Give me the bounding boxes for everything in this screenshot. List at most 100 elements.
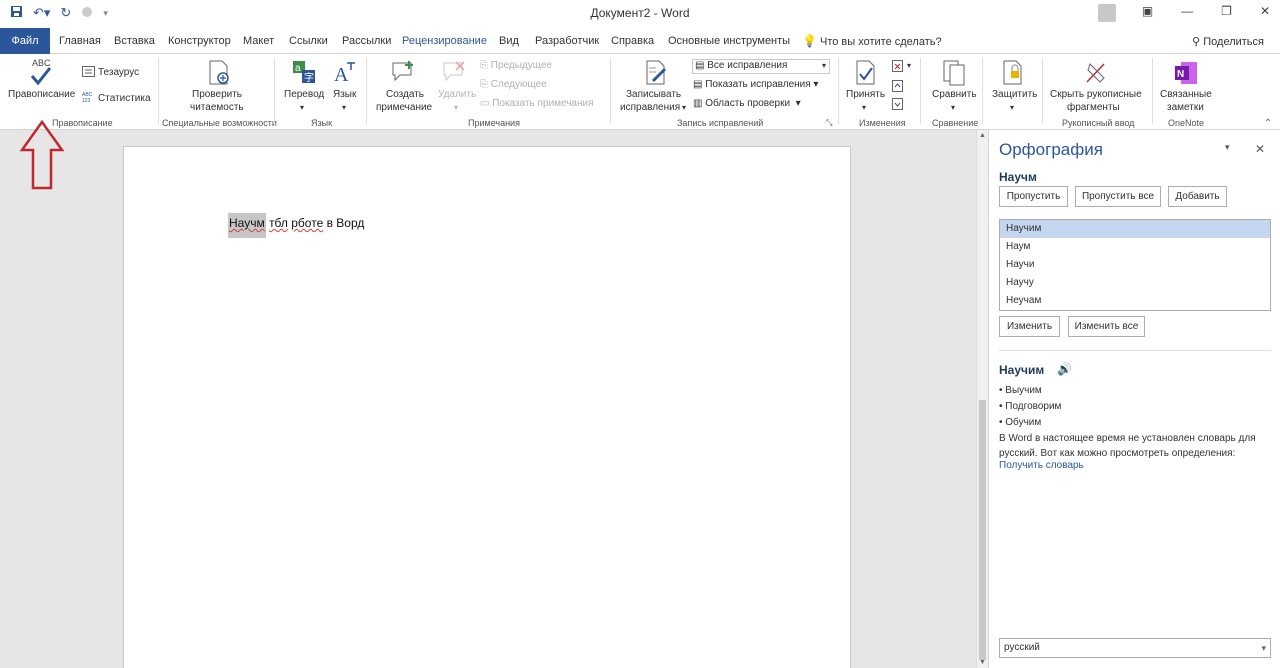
next-change-icon[interactable] — [892, 98, 904, 110]
reviewing-pane-icon: ▥ — [693, 98, 703, 109]
group-separator — [158, 58, 159, 124]
svg-text:a: a — [295, 63, 301, 74]
track-changes-label1[interactable]: Записывать — [626, 89, 681, 101]
tab-design[interactable]: Конструктор — [168, 35, 231, 47]
change-button[interactable]: Изменить — [999, 316, 1060, 337]
next-comment-button[interactable]: ⎘ Следующее — [480, 79, 547, 91]
track-changes-dropdown-icon[interactable]: ▾ — [682, 102, 686, 114]
svg-text:123: 123 — [82, 98, 91, 103]
language-dropdown-icon[interactable]: ▾ — [342, 102, 346, 114]
restore-icon[interactable]: ❐ — [1221, 4, 1232, 18]
linked-notes-label1[interactable]: Связанные — [1160, 89, 1212, 101]
dialog-launcher-icon[interactable]: ⤡ — [826, 118, 832, 128]
tab-help[interactable]: Справка — [611, 35, 654, 47]
synonym-item[interactable]: • Подговорим — [999, 399, 1061, 415]
reviewing-pane-button[interactable]: ▥ Область проверки ▾ — [693, 98, 801, 110]
vertical-scrollbar[interactable]: ▲ ▼ — [976, 130, 988, 668]
ignore-button[interactable]: Пропустить — [999, 186, 1068, 207]
get-dictionary-link[interactable]: Получить словарь — [999, 460, 1084, 471]
accept-button[interactable]: Принять — [846, 89, 885, 101]
hide-ink-label1[interactable]: Скрыть рукописные — [1050, 89, 1142, 101]
show-markup-icon: ▤ — [693, 79, 703, 90]
misspelled-word[interactable]: Научм — [228, 213, 266, 238]
check-accessibility-label2[interactable]: читаемость — [190, 102, 244, 114]
thesaurus-button[interactable]: Тезаурус — [98, 67, 139, 79]
tab-insert[interactable]: Вставка — [114, 35, 155, 47]
ribbon-tabs: Файл Главная Вставка Конструктор Макет С… — [0, 28, 1280, 54]
compare-button[interactable]: Сравнить — [932, 89, 977, 101]
reject-icon[interactable] — [892, 60, 904, 72]
tab-developer[interactable]: Разработчик — [535, 35, 599, 47]
spelling-button[interactable]: Правописание — [8, 89, 75, 101]
delete-comment-button[interactable]: Удалить — [438, 89, 476, 101]
reject-dropdown-icon[interactable]: ▾ — [907, 60, 911, 72]
new-comment-icon — [392, 61, 413, 82]
hide-ink-label2[interactable]: фрагменты — [1067, 102, 1120, 114]
delete-dropdown-icon[interactable]: ▾ — [454, 102, 458, 114]
previous-comment-button[interactable]: ⎘ Предыдущее — [480, 60, 552, 72]
add-button[interactable]: Добавить — [1168, 186, 1227, 207]
scrollbar-thumb[interactable] — [979, 400, 986, 660]
tab-references[interactable]: Ссылки — [289, 35, 328, 47]
collapse-ribbon-icon[interactable]: ⌃ — [1264, 118, 1272, 129]
show-comments-button[interactable]: ▭ Показать примечания — [480, 98, 593, 110]
ignore-all-button[interactable]: Пропустить все — [1075, 186, 1161, 207]
suggestion-item[interactable]: Научи — [1000, 256, 1270, 274]
protect-dropdown-icon[interactable]: ▾ — [1010, 102, 1014, 114]
document-paragraph[interactable]: Научм тбл рботе в Ворд — [228, 213, 364, 238]
close-icon[interactable]: ✕ — [1260, 4, 1270, 18]
linked-notes-label2[interactable]: заметки — [1167, 102, 1204, 114]
check-accessibility-label1[interactable]: Проверить — [192, 89, 242, 101]
close-pane-icon[interactable]: ✕ — [1255, 142, 1265, 156]
tab-review[interactable]: Рецензирование — [402, 35, 487, 47]
tab-main-tools[interactable]: Основные инструменты — [668, 35, 790, 47]
scroll-up-icon[interactable]: ▲ — [979, 132, 986, 139]
group-changes-label: Изменения — [859, 118, 906, 128]
avatar[interactable] — [1098, 4, 1116, 22]
group-separator — [920, 58, 921, 124]
previous-change-icon[interactable] — [892, 80, 904, 92]
tab-layout[interactable]: Макет — [243, 35, 274, 47]
tab-view[interactable]: Вид — [499, 35, 519, 47]
show-markup-button[interactable]: ▤ Показать исправления ▾ — [693, 79, 818, 91]
speaker-icon[interactable]: 🔊 — [1057, 362, 1072, 376]
share-label: Поделиться — [1203, 36, 1264, 48]
translate-button[interactable]: Перевод — [284, 89, 324, 101]
translate-dropdown-icon[interactable]: ▾ — [300, 102, 304, 114]
tab-mailings[interactable]: Рассылки — [342, 35, 391, 47]
compare-dropdown-icon[interactable]: ▾ — [951, 102, 955, 114]
suggestion-item[interactable]: Наум — [1000, 238, 1270, 256]
show-markup-label: Показать исправления — [705, 79, 811, 90]
misspelled-word-2[interactable]: тбл — [269, 216, 288, 230]
minimize-icon[interactable]: — — [1181, 4, 1193, 18]
suggestion-item[interactable]: Научим — [1000, 220, 1270, 238]
share-button[interactable]: ⚲ Поделиться — [1192, 35, 1264, 48]
track-changes-label2[interactable]: исправления — [620, 102, 680, 114]
ribbon-options-icon[interactable]: ▣ — [1142, 4, 1153, 18]
accept-dropdown-icon[interactable]: ▾ — [862, 102, 866, 114]
display-for-review-select[interactable]: ▤ Все исправления ▾ — [692, 59, 830, 74]
translate-icon: a字 — [293, 61, 315, 84]
misspelled-word-3[interactable]: рботе — [291, 216, 323, 230]
synonym-item[interactable]: • Обучим — [999, 415, 1061, 431]
language-select[interactable]: русский ▾ — [999, 638, 1271, 658]
new-comment-label2[interactable]: примечание — [376, 102, 432, 114]
protect-button[interactable]: Защитить — [992, 89, 1037, 101]
new-comment-label1[interactable]: Создать — [386, 89, 424, 101]
document-page[interactable]: Научм тбл рботе в Ворд — [123, 146, 851, 668]
check-accessibility-icon — [209, 60, 229, 85]
change-all-button[interactable]: Изменить все — [1068, 316, 1145, 337]
group-separator — [274, 58, 275, 124]
tab-home[interactable]: Главная — [59, 35, 101, 47]
previous-label: Предыдущее — [490, 60, 552, 71]
tell-me-box[interactable]: 💡 Что вы хотите сделать? — [802, 34, 942, 48]
language-button[interactable]: Язык — [333, 89, 356, 101]
tab-file[interactable]: Файл — [0, 28, 50, 54]
scroll-down-icon[interactable]: ▼ — [979, 659, 986, 666]
suggestion-item[interactable]: Неучам — [1000, 292, 1270, 310]
suggestion-item[interactable]: Научу — [1000, 274, 1270, 292]
group-separator — [610, 58, 611, 124]
synonym-item[interactable]: • Выучим — [999, 383, 1061, 399]
word-count-button[interactable]: Статистика — [98, 93, 151, 105]
pane-options-icon[interactable]: ▾ — [1225, 142, 1230, 153]
